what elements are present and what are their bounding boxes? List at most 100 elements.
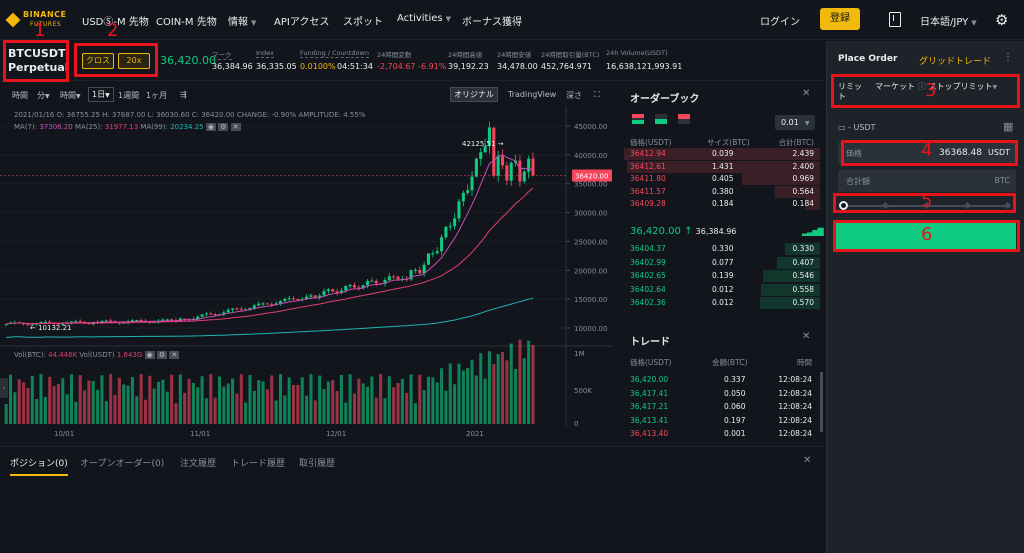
settings-icon[interactable]: ⚙ <box>156 351 168 359</box>
volume-bar <box>161 379 165 424</box>
indicator-settings-icon[interactable]: ⇶ <box>180 90 187 99</box>
ask-row[interactable]: 36411.57 0.380 0.564 <box>624 185 820 198</box>
volume-bar <box>265 389 269 424</box>
login-link[interactable]: ログイン <box>760 13 800 28</box>
order-size: 0.077 <box>712 257 734 267</box>
chart-tradingview-button[interactable]: TradingView <box>508 90 556 99</box>
chevron-right-icon[interactable]: › <box>0 378 8 398</box>
order-total: 0.570 <box>792 298 814 307</box>
ask-row[interactable]: 36411.80 0.405 0.969 <box>624 173 820 185</box>
order-size: 0.012 <box>712 284 734 294</box>
orderbook-asks-icon[interactable] <box>678 114 690 124</box>
volume-bar <box>370 376 374 424</box>
volume-bar <box>13 392 17 424</box>
timeframe-minute[interactable]: 分▼ <box>37 90 50 101</box>
timeframe-week[interactable]: 1週間 <box>118 90 139 101</box>
volume-btc-value: 452,764.971 <box>541 62 592 71</box>
tab-transaction-history[interactable]: 取引履歴 <box>299 456 335 469</box>
tab-order-history[interactable]: 注文履歴 <box>180 456 216 469</box>
volume-bar <box>313 400 317 424</box>
annotation-number-3: 3 <box>925 80 937 101</box>
bid-row[interactable]: 36402.65 0.139 0.546 <box>624 270 820 282</box>
volume-bar <box>509 343 513 424</box>
volume-bar <box>135 396 139 424</box>
ma99-line <box>6 297 534 338</box>
nav-spot[interactable]: スポット <box>343 13 383 28</box>
close-icon[interactable]: ✕ <box>802 331 810 342</box>
mid-mark-value: 36,384.96 <box>695 227 737 236</box>
volume-bar <box>200 376 204 424</box>
chart-depth-button[interactable]: 深さ <box>566 90 582 101</box>
eye-icon[interactable]: ◉ <box>144 351 155 359</box>
trades-scrollbar[interactable] <box>820 372 823 432</box>
candle-body <box>231 308 235 310</box>
total-input[interactable]: 合計額 BTC <box>838 170 1016 192</box>
candle-body <box>492 127 496 176</box>
timeframe-month[interactable]: 1ヶ月 <box>146 90 167 101</box>
volume-bar <box>487 351 491 424</box>
volume-bar <box>39 374 43 424</box>
calculator-icon[interactable]: ▦ <box>1003 120 1013 133</box>
nav-bonus[interactable]: ボーナス獲得 <box>462 13 522 28</box>
orderbook-both-icon[interactable] <box>632 114 644 124</box>
volume-bar <box>496 354 500 424</box>
nav-activities[interactable]: Activities ▼ <box>397 13 451 24</box>
ask-row[interactable]: 36412.61 1.431 2.400 <box>624 160 820 173</box>
volume-axis-label: 0 <box>574 420 578 428</box>
timeframe-hour[interactable]: 時間▼ <box>60 90 81 101</box>
volume-bar <box>400 378 404 424</box>
fullscreen-icon[interactable]: ⛶ <box>594 90 600 100</box>
bid-row[interactable]: 36404.37 0.330 0.330 <box>624 243 820 255</box>
candle-body <box>466 190 470 193</box>
bid-row[interactable]: 36402.36 0.012 0.570 <box>624 297 820 309</box>
ma25-label: MA(25): <box>74 123 103 131</box>
eye-icon[interactable]: ◉ <box>205 123 216 131</box>
nav-info[interactable]: 情報 ▼ <box>228 13 256 28</box>
orderbook-bids-icon[interactable] <box>655 114 667 124</box>
tab-positions[interactable]: ポジション(0) <box>10 456 68 476</box>
current-price-tag-label: 36420.00 <box>575 173 608 181</box>
close-icon[interactable]: ✕ <box>803 455 811 466</box>
precision-select[interactable]: 0.01 ▼ <box>775 115 815 130</box>
close-icon[interactable]: ✕ <box>169 351 180 359</box>
settings-icon[interactable]: ⚙ <box>218 123 229 131</box>
tab-trade-history[interactable]: トレード履歴 <box>231 456 285 469</box>
mark-label: マーク <box>212 51 232 60</box>
bid-row[interactable]: 36402.99 0.077 0.407 <box>624 256 820 269</box>
grid-trade-link[interactable]: グリッドトレード <box>919 54 991 67</box>
trade-amount: 0.060 <box>724 402 746 411</box>
signal-bars-icon: ▂▃▅▇ <box>802 227 824 236</box>
timeframe-day[interactable]: 1日▼ <box>88 87 114 102</box>
nav-coinm-futures[interactable]: COIN-M 先物 <box>156 13 217 28</box>
candle-body <box>474 158 478 177</box>
ask-row[interactable]: 36409.28 0.184 0.184 <box>624 198 820 210</box>
bid-row[interactable]: 36402.64 0.012 0.558 <box>624 283 820 296</box>
candle-body <box>109 320 113 322</box>
volume-bar <box>274 400 278 424</box>
gear-icon[interactable]: ⚙ <box>995 11 1008 29</box>
ask-row[interactable]: 36412.94 0.039 2.439 <box>624 148 820 160</box>
trade-price: 36,417.41 <box>630 388 669 398</box>
nav-api-access[interactable]: APIアクセス <box>274 13 329 28</box>
order-total: 0.558 <box>792 284 814 294</box>
chart-original-button[interactable]: オリジナル <box>450 87 498 102</box>
trades-title: トレード <box>630 337 670 348</box>
close-icon[interactable]: ✕ <box>230 123 241 131</box>
candle-body <box>74 321 78 323</box>
download-icon[interactable] <box>889 12 901 27</box>
trade-row: 36,413.40 0.001 12:08:24 <box>624 428 820 440</box>
volume-bar <box>196 387 200 424</box>
tab-open-orders[interactable]: オープンオーダー(0) <box>80 456 164 469</box>
volume-bar <box>514 368 518 424</box>
candle-body <box>392 276 396 278</box>
chevron-down-icon: ▼ <box>45 93 50 100</box>
timeframe-time[interactable]: 時間 <box>12 90 28 101</box>
more-vertical-icon[interactable]: ⋮ <box>1003 52 1013 63</box>
close-icon[interactable]: ✕ <box>802 88 810 99</box>
language-selector[interactable]: 日本語/JPY ▼ <box>920 13 977 28</box>
volume-bar <box>287 377 291 424</box>
price-chart[interactable]: 45000.00 40000.00 35000.00 30000.00 25000.00… <box>0 106 612 439</box>
trade-row: 36,420.00 0.337 12:08:24 <box>624 374 820 386</box>
volume-bar <box>448 363 452 424</box>
register-button[interactable]: 登録 <box>820 8 860 30</box>
